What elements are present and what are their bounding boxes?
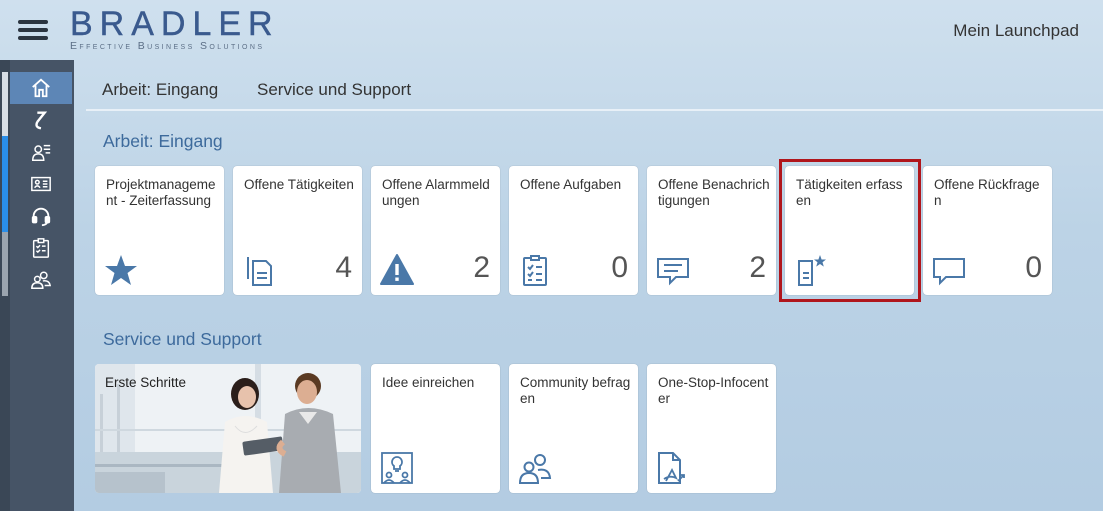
id-card-icon (31, 176, 51, 192)
tile-erste-schritte[interactable]: Erste Schritte (95, 364, 361, 493)
company-logo[interactable]: BRADLER Effective Business Solutions (70, 6, 280, 51)
refresh-arrow-icon (35, 111, 48, 130)
sidebar-marker-blue (2, 136, 8, 232)
sidebar-item-users[interactable] (10, 136, 72, 168)
tile-count: 2 (473, 251, 490, 284)
sidebar-item-home[interactable] (10, 72, 72, 104)
tab-service-und-support[interactable]: Service und Support (257, 80, 411, 100)
tile-title: Offene Rückfragen (934, 177, 1040, 208)
tile-title: Projektmanagement - Zeiterfassung (106, 177, 216, 208)
community-icon (518, 454, 552, 484)
sidebar-marker-grey (2, 232, 8, 296)
sidebar-item-team[interactable] (10, 264, 72, 296)
tile-title: Idee einreichen (382, 375, 475, 390)
section-tab-bar: Arbeit: Eingang Service und Support (86, 70, 1103, 111)
headset-icon (31, 207, 51, 227)
sidebar-item-tasks[interactable] (10, 232, 72, 264)
page-title: Mein Launchpad (953, 21, 1079, 40)
task-list-icon (523, 255, 547, 286)
tile-title: Offene Tätigkeiten (244, 177, 354, 192)
tile-idee-einreichen[interactable]: Idee einreichen (371, 364, 500, 493)
tile-count: 0 (1025, 251, 1042, 284)
tile-title: Offene Benachrichtigungen (658, 177, 770, 208)
tile-count: 0 (611, 251, 628, 284)
tile-title: Community befragen (520, 375, 631, 406)
section-title-service-und-support: Service und Support (103, 329, 262, 349)
tile-title: Offene Aufgaben (520, 177, 622, 192)
tile-offene-rueckfragen[interactable]: Offene Rückfragen 0 (923, 166, 1052, 295)
idea-group-icon (381, 452, 413, 484)
logo-text: BRADLER (70, 5, 280, 43)
tile-projektmanagement[interactable]: Projektmanagement - Zeiterfassung (95, 166, 224, 295)
speech-bubble-icon (933, 258, 965, 286)
shell-header: BRADLER Effective Business Solutions Mei… (0, 0, 1103, 60)
sidebar-item-refresh[interactable] (10, 104, 72, 136)
tile-one-stop-infocenter[interactable]: One-Stop-Infocenter (647, 364, 776, 493)
tab-arbeit-eingang[interactable]: Arbeit: Eingang (102, 80, 218, 100)
user-list-icon (32, 144, 51, 161)
message-icon (657, 258, 689, 286)
tile-community-befragen[interactable]: Community befragen (509, 364, 638, 493)
tile-title: Erste Schritte (105, 375, 187, 390)
pdf-document-icon (658, 452, 685, 484)
logo-tagline: Effective Business Solutions (70, 40, 265, 52)
tile-offene-aufgaben[interactable]: Offene Aufgaben 0 (509, 166, 638, 295)
tile-title: Tätigkeiten erfassen (796, 177, 903, 208)
sidebar-item-id-card[interactable] (10, 168, 72, 200)
warning-icon (380, 254, 414, 285)
star-icon (105, 255, 137, 285)
sidebar-item-support[interactable] (10, 200, 72, 232)
section-title-arbeit-eingang: Arbeit: Eingang (103, 131, 223, 151)
tile-count: 4 (335, 251, 352, 284)
tile-count: 2 (749, 251, 766, 284)
clipboard-checklist-icon (32, 238, 50, 258)
documents-icon (247, 257, 272, 286)
tile-taetigkeiten-erfassen[interactable]: Tätigkeiten erfassen (785, 166, 914, 295)
tile-offene-taetigkeiten[interactable]: Offene Tätigkeiten 4 (233, 166, 362, 295)
tile-title: One-Stop-Infocenter (658, 375, 769, 406)
menu-hamburger-icon[interactable] (18, 18, 48, 42)
document-star-icon (798, 255, 826, 286)
group-icon (31, 271, 52, 289)
tile-title: Offene Alarmmeldungen (382, 177, 490, 208)
home-icon (32, 78, 50, 98)
tile-offene-benachrichtigungen[interactable]: Offene Benachrichtigungen 2 (647, 166, 776, 295)
sidebar-marker-light (2, 72, 8, 136)
tile-offene-alarmmeldungen[interactable]: Offene Alarmmeldungen 2 (371, 166, 500, 295)
